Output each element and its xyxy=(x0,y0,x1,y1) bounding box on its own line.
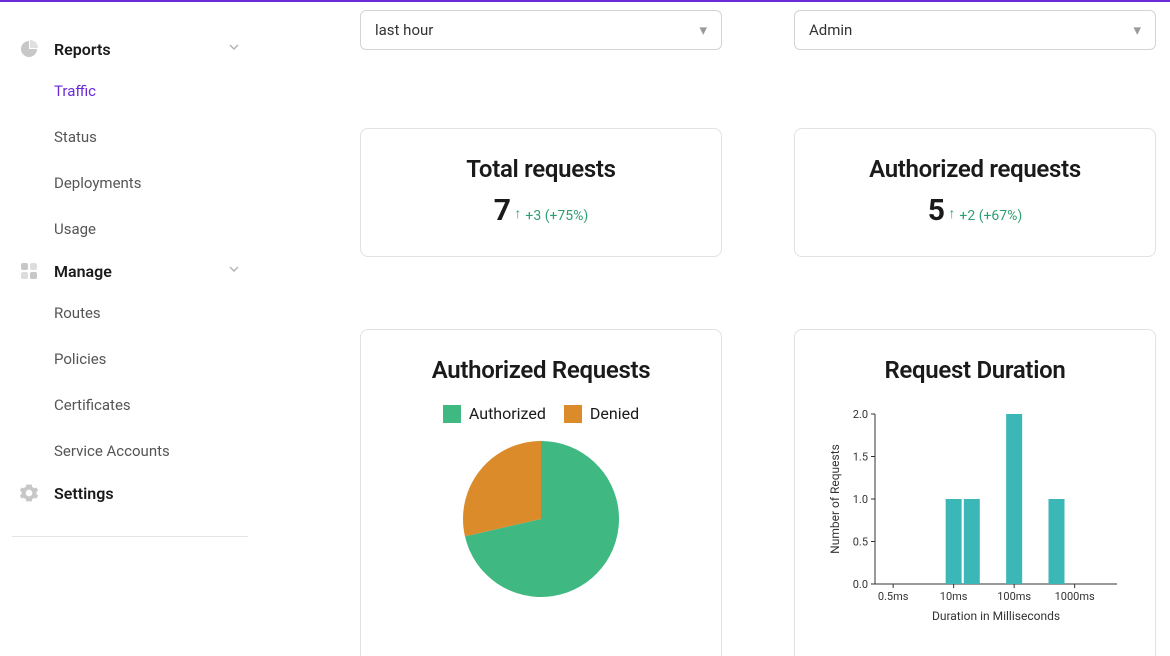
total-requests-delta: +3 (+75%) xyxy=(525,208,588,224)
main-content: last hour ▾ Admin ▾ Total requests 7 ↑ +… xyxy=(260,2,1170,656)
authorized-requests-title: Authorized requests xyxy=(815,155,1135,183)
nav-group-manage-label: Manage xyxy=(54,262,112,281)
total-requests-title: Total requests xyxy=(381,155,701,183)
arrow-up-icon: ↑ xyxy=(514,205,521,222)
nav-group-manage[interactable]: Manage xyxy=(12,252,248,290)
caret-down-icon: ▾ xyxy=(1133,21,1141,39)
authorized-pie-card: Authorized Requests Authorized Denied xyxy=(360,329,722,656)
nav-item-service-accounts[interactable]: Service Accounts xyxy=(12,428,248,474)
nav-group-reports-label: Reports xyxy=(54,40,111,59)
stats-row: Total requests 7 ↑ +3 (+75%) Authorized … xyxy=(360,128,1160,257)
nav-item-traffic[interactable]: Traffic xyxy=(12,68,248,114)
svg-text:0.0: 0.0 xyxy=(853,578,868,591)
nav-group-reports[interactable]: Reports xyxy=(12,30,248,68)
request-duration-card: Request Duration 0.0 0.5 1.0 1.5 2.0 0.5ms 10m… xyxy=(794,329,1156,656)
sidebar: Reports Traffic Status Deployments Usage… xyxy=(0,2,260,656)
user-select[interactable]: Admin ▾ xyxy=(794,10,1156,50)
nav-item-usage[interactable]: Usage xyxy=(12,206,248,252)
nav-item-certificates[interactable]: Certificates xyxy=(12,382,248,428)
grid-icon xyxy=(18,260,40,282)
svg-text:10ms: 10ms xyxy=(940,590,968,603)
time-range-select[interactable]: last hour ▾ xyxy=(360,10,722,50)
nav-item-settings-label: Settings xyxy=(54,484,114,503)
legend-swatch-green xyxy=(443,405,461,423)
authorized-requests-value: 5 xyxy=(928,193,945,228)
gear-icon xyxy=(18,482,40,504)
svg-text:1.5: 1.5 xyxy=(853,451,868,464)
total-requests-value: 7 xyxy=(494,193,511,228)
bar-chart: 0.0 0.5 1.0 1.5 2.0 0.5ms 10ms 100ms 1000ms Durat… xyxy=(815,404,1135,634)
authorized-requests-delta: +2 (+67%) xyxy=(959,208,1022,224)
svg-text:1.0: 1.0 xyxy=(853,493,868,506)
authorized-requests-card: Authorized requests 5 ↑ +2 (+67%) xyxy=(794,128,1156,257)
legend-authorized: Authorized xyxy=(443,404,546,423)
time-range-value: last hour xyxy=(375,21,433,39)
svg-text:0.5: 0.5 xyxy=(853,536,868,549)
svg-text:2.0: 2.0 xyxy=(853,408,868,421)
nav-item-deployments[interactable]: Deployments xyxy=(12,160,248,206)
svg-text:Number of Requests: Number of Requests xyxy=(828,444,842,554)
legend-swatch-orange xyxy=(564,405,582,423)
caret-down-icon: ▾ xyxy=(699,21,707,39)
nav-item-policies[interactable]: Policies xyxy=(12,336,248,382)
legend-denied: Denied xyxy=(564,404,639,423)
filter-row: last hour ▾ Admin ▾ xyxy=(360,2,1160,50)
nav-item-settings[interactable]: Settings xyxy=(12,474,248,512)
sidebar-divider xyxy=(12,536,248,537)
pie-legend: Authorized Denied xyxy=(381,404,701,423)
pie-chart xyxy=(381,439,701,599)
svg-text:0.5ms: 0.5ms xyxy=(878,590,909,603)
chevron-down-icon xyxy=(226,261,242,281)
legend-denied-label: Denied xyxy=(590,404,639,423)
request-duration-title: Request Duration xyxy=(815,356,1135,384)
authorized-pie-title: Authorized Requests xyxy=(381,356,701,384)
chevron-down-icon xyxy=(226,39,242,59)
nav-item-status[interactable]: Status xyxy=(12,114,248,160)
nav-item-routes[interactable]: Routes xyxy=(12,290,248,336)
legend-authorized-label: Authorized xyxy=(469,404,546,423)
svg-text:1000ms: 1000ms xyxy=(1055,590,1095,603)
charts-row: Authorized Requests Authorized Denied xyxy=(360,329,1160,656)
total-requests-card: Total requests 7 ↑ +3 (+75%) xyxy=(360,128,722,257)
pie-icon xyxy=(18,38,40,60)
user-select-value: Admin xyxy=(809,21,852,39)
arrow-up-icon: ↑ xyxy=(948,205,955,222)
svg-text:Duration in Milliseconds: Duration in Milliseconds xyxy=(932,609,1060,623)
svg-text:100ms: 100ms xyxy=(997,590,1031,603)
